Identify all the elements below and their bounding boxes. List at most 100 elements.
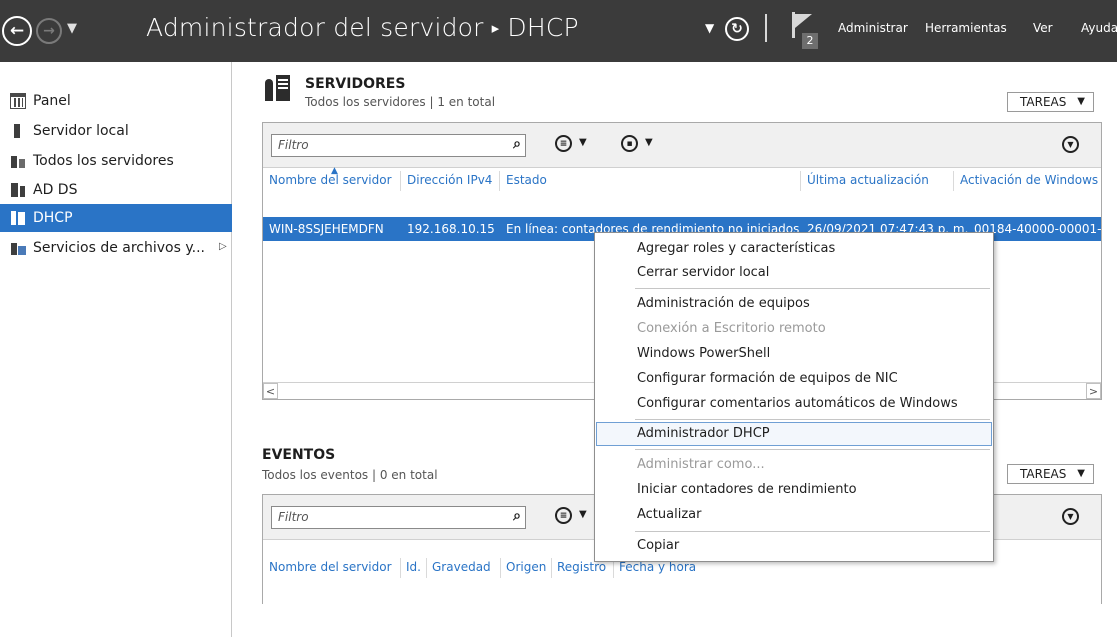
column-header-ipv4[interactable]: Dirección IPv4 bbox=[407, 173, 492, 187]
menu-item-copy[interactable]: Copiar bbox=[596, 534, 992, 558]
menu-item-add-roles[interactable]: Agregar roles y características bbox=[596, 237, 992, 261]
menu-item-shutdown-server[interactable]: Cerrar servidor local bbox=[596, 261, 992, 285]
sort-ascending-icon: ▲ bbox=[331, 166, 338, 176]
dhcp-icon bbox=[10, 210, 26, 226]
menu-item-remote-desktop: Conexión a Escritorio remoto bbox=[637, 321, 826, 336]
servers-tasks-button[interactable]: TAREAS ▼ bbox=[1007, 92, 1094, 112]
save-query-icon[interactable]: ▪ bbox=[621, 135, 638, 152]
menu-separator bbox=[635, 419, 990, 420]
menu-separator bbox=[635, 531, 990, 532]
events-filter-input[interactable]: Filtro ⌕ bbox=[271, 506, 526, 529]
column-header-server-name[interactable]: Nombre del servidor bbox=[269, 560, 392, 574]
menu-item-feedback[interactable]: Configurar comentarios automáticos de Wi… bbox=[596, 392, 992, 416]
scroll-left-icon[interactable]: < bbox=[263, 383, 278, 399]
expand-icon[interactable]: ▼ bbox=[1062, 136, 1079, 153]
column-divider bbox=[426, 558, 427, 578]
forward-arrow-icon[interactable]: → bbox=[36, 18, 62, 44]
tasks-label: TAREAS bbox=[1020, 467, 1067, 481]
menu-item-nic-teaming[interactable]: Configurar formación de equipos de NIC bbox=[596, 367, 992, 391]
sidebar: Panel Servidor local Todos los servidore… bbox=[0, 62, 232, 637]
menu-administrar[interactable]: Administrar bbox=[838, 21, 908, 35]
filter-placeholder: Filtro bbox=[278, 510, 309, 524]
chevron-down-icon[interactable]: ▼ bbox=[705, 21, 714, 35]
flag-cloth bbox=[795, 14, 812, 28]
back-arrow-icon[interactable]: ← bbox=[2, 16, 32, 46]
chevron-right-icon[interactable]: ▷ bbox=[219, 241, 227, 252]
events-tasks-button[interactable]: TAREAS ▼ bbox=[1007, 464, 1094, 484]
menu-item-refresh[interactable]: Actualizar bbox=[596, 503, 992, 527]
title-app: Administrador del servidor bbox=[146, 13, 484, 42]
list-options-icon[interactable]: ≡ bbox=[555, 135, 572, 152]
cell-ipv4: 192.168.10.15 bbox=[407, 222, 495, 236]
menu-ver[interactable]: Ver bbox=[1033, 21, 1053, 35]
sidebar-item-dhcp[interactable]: DHCP bbox=[0, 204, 232, 232]
search-icon[interactable]: ⌕ bbox=[513, 508, 521, 524]
events-section-title: EVENTOS bbox=[262, 447, 336, 463]
chevron-down-icon: ▼ bbox=[1077, 468, 1085, 479]
chevron-down-icon[interactable]: ▼ bbox=[579, 509, 587, 520]
menu-herramientas[interactable]: Herramientas bbox=[925, 21, 1007, 35]
menu-item-start-counters[interactable]: Iniciar contadores de rendimiento bbox=[596, 478, 992, 502]
sidebar-item-local-server[interactable]: Servidor local bbox=[0, 117, 232, 145]
menu-item-powershell[interactable]: Windows PowerShell bbox=[596, 342, 992, 366]
column-header-id[interactable]: Id. bbox=[406, 560, 421, 574]
servers-icon-part bbox=[276, 75, 290, 101]
servers-filter-input[interactable]: Filtro ⌕ bbox=[271, 134, 526, 157]
dashboard-icon bbox=[10, 93, 26, 109]
column-divider bbox=[500, 558, 501, 578]
notification-count-badge: 2 bbox=[802, 33, 818, 49]
menu-item-computer-management[interactable]: Administración de equipos bbox=[596, 292, 992, 316]
menu-ayuda[interactable]: Ayuda bbox=[1081, 21, 1117, 35]
column-divider bbox=[551, 558, 552, 578]
scroll-right-icon[interactable]: > bbox=[1086, 383, 1101, 399]
sidebar-item-ad-ds[interactable]: AD DS bbox=[0, 176, 232, 204]
servers-toolbar: Filtro ⌕ ≡ ▼ ▪ ▼ ▼ bbox=[263, 123, 1101, 168]
sidebar-item-label: Servidor local bbox=[33, 123, 129, 139]
column-divider bbox=[953, 171, 954, 191]
column-header-severity[interactable]: Gravedad bbox=[432, 560, 491, 574]
column-header-status[interactable]: Estado bbox=[506, 173, 547, 187]
chevron-down-icon[interactable]: ▼ bbox=[645, 137, 653, 148]
page-title: Administrador del servidor ▸ DHCP bbox=[146, 13, 579, 42]
tasks-label: TAREAS bbox=[1020, 95, 1067, 109]
column-header-last-update[interactable]: Última actualización bbox=[807, 173, 929, 187]
server-icon bbox=[10, 123, 26, 139]
sidebar-item-label: Servicios de archivos y... bbox=[33, 240, 205, 256]
column-header-date-time[interactable]: Fecha y hora bbox=[619, 560, 696, 574]
sidebar-item-all-servers[interactable]: Todos los servidores bbox=[0, 147, 232, 175]
refresh-icon[interactable]: ↻ bbox=[725, 17, 749, 41]
sidebar-item-label: Todos los servidores bbox=[33, 153, 174, 169]
cell-server-name: WIN-8SSJEHEMDFN bbox=[269, 222, 384, 236]
menu-separator bbox=[635, 288, 990, 289]
column-header-windows-activation[interactable]: Activación de Windows bbox=[960, 173, 1100, 187]
sidebar-item-label: Panel bbox=[33, 93, 71, 109]
column-header-log[interactable]: Registro bbox=[557, 560, 606, 574]
menu-item-manage-as: Administrar como... bbox=[637, 457, 765, 472]
filter-placeholder: Filtro bbox=[278, 138, 309, 152]
sidebar-item-label: AD DS bbox=[33, 182, 78, 198]
search-icon[interactable]: ⌕ bbox=[513, 136, 521, 152]
sidebar-item-panel[interactable]: Panel bbox=[0, 87, 232, 115]
servers-icon bbox=[10, 153, 26, 169]
column-divider bbox=[400, 558, 401, 578]
servers-section-subtitle: Todos los servidores | 1 en total bbox=[305, 95, 496, 109]
divider bbox=[765, 14, 767, 42]
chevron-down-icon[interactable]: ▼ bbox=[579, 137, 587, 148]
expand-icon[interactable]: ▼ bbox=[1062, 508, 1079, 525]
breadcrumb-separator-icon: ▸ bbox=[491, 19, 500, 37]
list-options-icon[interactable]: ≡ bbox=[555, 507, 572, 524]
events-section-subtitle: Todos los eventos | 0 en total bbox=[262, 468, 438, 482]
ad-ds-icon bbox=[10, 182, 26, 198]
sidebar-item-label: DHCP bbox=[33, 210, 73, 226]
servers-icon-part bbox=[265, 79, 273, 101]
column-header-server-name[interactable]: ▲ Nombre del servidor bbox=[269, 166, 392, 187]
menu-item-dhcp-manager[interactable]: Administrador DHCP bbox=[596, 422, 992, 446]
column-divider bbox=[499, 171, 500, 191]
column-header-source[interactable]: Origen bbox=[506, 560, 546, 574]
chevron-down-icon: ▼ bbox=[1077, 96, 1085, 107]
notifications-flag-icon[interactable]: 2 bbox=[790, 12, 818, 50]
column-divider bbox=[800, 171, 801, 191]
sidebar-item-file-services[interactable]: Servicios de archivos y... ▷ bbox=[0, 234, 232, 262]
title-page: DHCP bbox=[507, 13, 579, 42]
history-dropdown-icon[interactable]: ▼ bbox=[67, 21, 77, 36]
